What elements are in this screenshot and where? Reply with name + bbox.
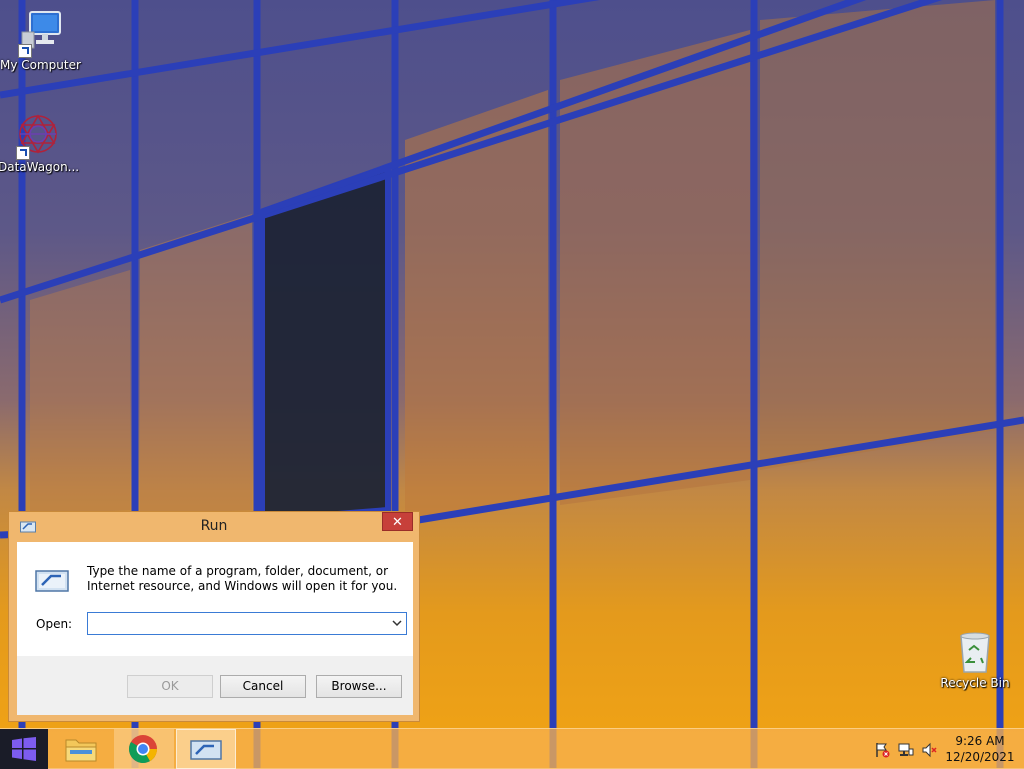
chevron-down-icon[interactable] <box>391 617 403 629</box>
taskbar: 9:26 AM 12/20/2021 <box>0 728 1024 769</box>
computer-icon <box>16 10 64 58</box>
desktop-icon-datawagon[interactable]: DataWagon... <box>0 112 80 174</box>
run-icon <box>35 569 69 593</box>
shortcut-arrow-icon <box>18 44 32 58</box>
run-dialog: Run ✕ Type the name of a program, folder… <box>8 511 420 722</box>
ok-button[interactable]: OK <box>127 675 213 698</box>
open-label: Open: <box>36 617 73 631</box>
cancel-button[interactable]: Cancel <box>220 675 306 698</box>
recycle-bin-icon <box>951 628 999 676</box>
taskbar-chrome[interactable] <box>114 729 174 769</box>
desktop-icon-recycle-bin[interactable]: Recycle Bin <box>935 628 1015 690</box>
clock-date: 12/20/2021 <box>945 750 1015 764</box>
desktop-icon-my-computer[interactable]: My Computer <box>0 10 81 72</box>
action-center-flag-icon[interactable] <box>874 742 890 758</box>
desktop-icon-label: My Computer <box>0 58 81 72</box>
volume-muted-icon[interactable] <box>922 742 938 758</box>
clock-time: 9:26 AM <box>955 734 1005 748</box>
taskbar-run[interactable] <box>176 729 236 769</box>
close-icon: ✕ <box>392 515 403 530</box>
run-icon <box>190 739 222 764</box>
shortcut-arrow-icon <box>16 146 30 160</box>
open-input[interactable] <box>90 614 386 632</box>
folder-icon <box>65 735 97 766</box>
dialog-title: Run <box>200 518 228 534</box>
browse-button[interactable]: Browse... <box>316 675 402 698</box>
network-icon[interactable] <box>898 742 914 758</box>
run-dialog-footer: OK Cancel Browse... <box>17 656 413 715</box>
run-dialog-titlebar[interactable]: Run ✕ <box>9 512 419 541</box>
desktop-icon-label: DataWagon... <box>0 160 80 174</box>
desktop-icon-label: Recycle Bin <box>940 676 1010 690</box>
dialog-description: Type the name of a program, folder, docu… <box>87 564 398 593</box>
start-button[interactable] <box>0 729 48 769</box>
datawagon-icon <box>14 112 62 160</box>
run-dialog-content: Type the name of a program, folder, docu… <box>17 542 413 656</box>
taskbar-file-explorer[interactable] <box>52 729 112 769</box>
system-clock[interactable]: 9:26 AM 12/20/2021 <box>940 733 1020 765</box>
close-button[interactable]: ✕ <box>382 512 413 531</box>
windows-logo-icon <box>12 737 36 764</box>
chrome-icon <box>128 734 158 767</box>
open-combobox[interactable] <box>87 612 407 635</box>
